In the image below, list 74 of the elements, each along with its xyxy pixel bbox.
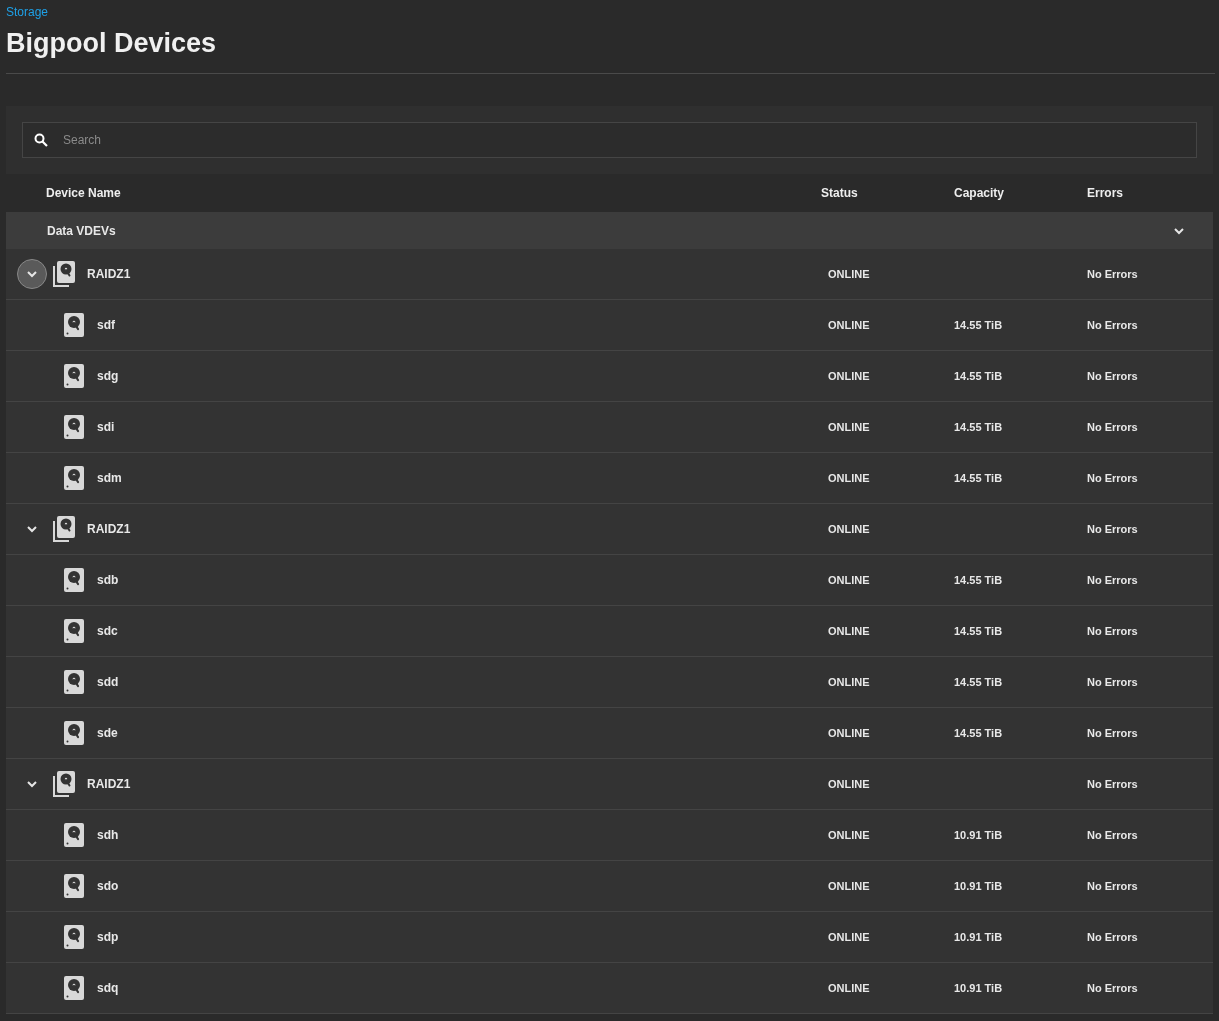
capacity-text: 10.91 TiB xyxy=(954,827,1004,843)
errors-text: No Errors xyxy=(1087,725,1139,741)
disk-name: sdm xyxy=(97,470,122,487)
disk-name: sdq xyxy=(97,980,119,997)
disk-name: sdp xyxy=(97,929,119,946)
capacity-text: 14.55 TiB xyxy=(954,470,1004,486)
breadcrumb-link[interactable]: Storage xyxy=(6,4,1213,20)
disk-stack-icon xyxy=(53,261,75,287)
errors-text: No Errors xyxy=(1087,827,1139,843)
disk-name: sdc xyxy=(97,623,118,640)
errors-text: No Errors xyxy=(1087,776,1139,792)
capacity-text: 14.55 TiB xyxy=(954,623,1004,639)
errors-text: No Errors xyxy=(1087,623,1139,639)
page-title: Bigpool Devices xyxy=(6,27,218,59)
capacity-text: 14.55 TiB xyxy=(954,368,1004,384)
status-text: ONLINE xyxy=(827,368,871,384)
status-text: ONLINE xyxy=(827,317,871,333)
disk-name: sdo xyxy=(97,878,119,895)
group-label: Data VDEVs xyxy=(47,222,116,240)
status-text: ONLINE xyxy=(827,725,871,741)
search-field[interactable]: Search xyxy=(22,122,1197,158)
status-text: ONLINE xyxy=(827,623,871,639)
errors-text: No Errors xyxy=(1087,929,1139,945)
status-text: ONLINE xyxy=(827,776,871,792)
errors-text: No Errors xyxy=(1087,419,1139,435)
vdev-name: RAIDZ1 xyxy=(87,266,131,283)
status-text: ONLINE xyxy=(827,674,871,690)
status-text: ONLINE xyxy=(827,521,871,537)
capacity-text: 14.55 TiB xyxy=(954,419,1004,435)
errors-text: No Errors xyxy=(1087,980,1139,996)
vdev-name: RAIDZ1 xyxy=(87,776,131,793)
errors-text: No Errors xyxy=(1087,878,1139,894)
disk-name: sdb xyxy=(97,572,119,589)
chevron-down-icon xyxy=(26,268,38,280)
search-icon xyxy=(34,133,48,147)
column-header: Errors xyxy=(1087,185,1125,202)
errors-text: No Errors xyxy=(1087,521,1139,537)
status-text: ONLINE xyxy=(827,929,871,945)
status-text: ONLINE xyxy=(827,572,871,588)
disk-name: sdh xyxy=(97,827,119,844)
disk-name: sdd xyxy=(97,674,119,691)
column-header: Status xyxy=(821,185,859,202)
capacity-text: 14.55 TiB xyxy=(954,674,1004,690)
status-text: ONLINE xyxy=(827,470,871,486)
status-text: ONLINE xyxy=(827,878,871,894)
errors-text: No Errors xyxy=(1087,368,1139,384)
disk-name: sde xyxy=(97,725,118,742)
capacity-text: 14.55 TiB xyxy=(954,725,1004,741)
capacity-text: 10.91 TiB xyxy=(954,980,1004,996)
disk-name: sdg xyxy=(97,368,119,385)
column-header: Capacity xyxy=(954,185,1006,202)
capacity-text: 10.91 TiB xyxy=(954,878,1004,894)
group-header-row[interactable]: Data VDEVs xyxy=(6,212,1213,249)
disk-name: sdf xyxy=(97,317,115,334)
vdev-name: RAIDZ1 xyxy=(87,521,131,538)
errors-text: No Errors xyxy=(1087,470,1139,486)
column-header: Device Name xyxy=(45,185,122,202)
disk-stack-icon xyxy=(53,771,75,797)
errors-text: No Errors xyxy=(1087,266,1139,282)
errors-text: No Errors xyxy=(1087,572,1139,588)
expand-toggle[interactable] xyxy=(17,259,47,289)
chevron-down-icon xyxy=(26,778,38,790)
capacity-text: 14.55 TiB xyxy=(954,317,1004,333)
errors-text: No Errors xyxy=(1087,317,1139,333)
disk-name: sdi xyxy=(97,419,115,436)
errors-text: No Errors xyxy=(1087,674,1139,690)
status-text: ONLINE xyxy=(827,419,871,435)
status-text: ONLINE xyxy=(827,980,871,996)
capacity-text: 14.55 TiB xyxy=(954,572,1004,588)
capacity-text: 10.91 TiB xyxy=(954,929,1004,945)
disk-stack-icon xyxy=(53,516,75,542)
status-text: ONLINE xyxy=(827,827,871,843)
chevron-down-icon xyxy=(26,523,38,535)
status-text: ONLINE xyxy=(827,266,871,282)
